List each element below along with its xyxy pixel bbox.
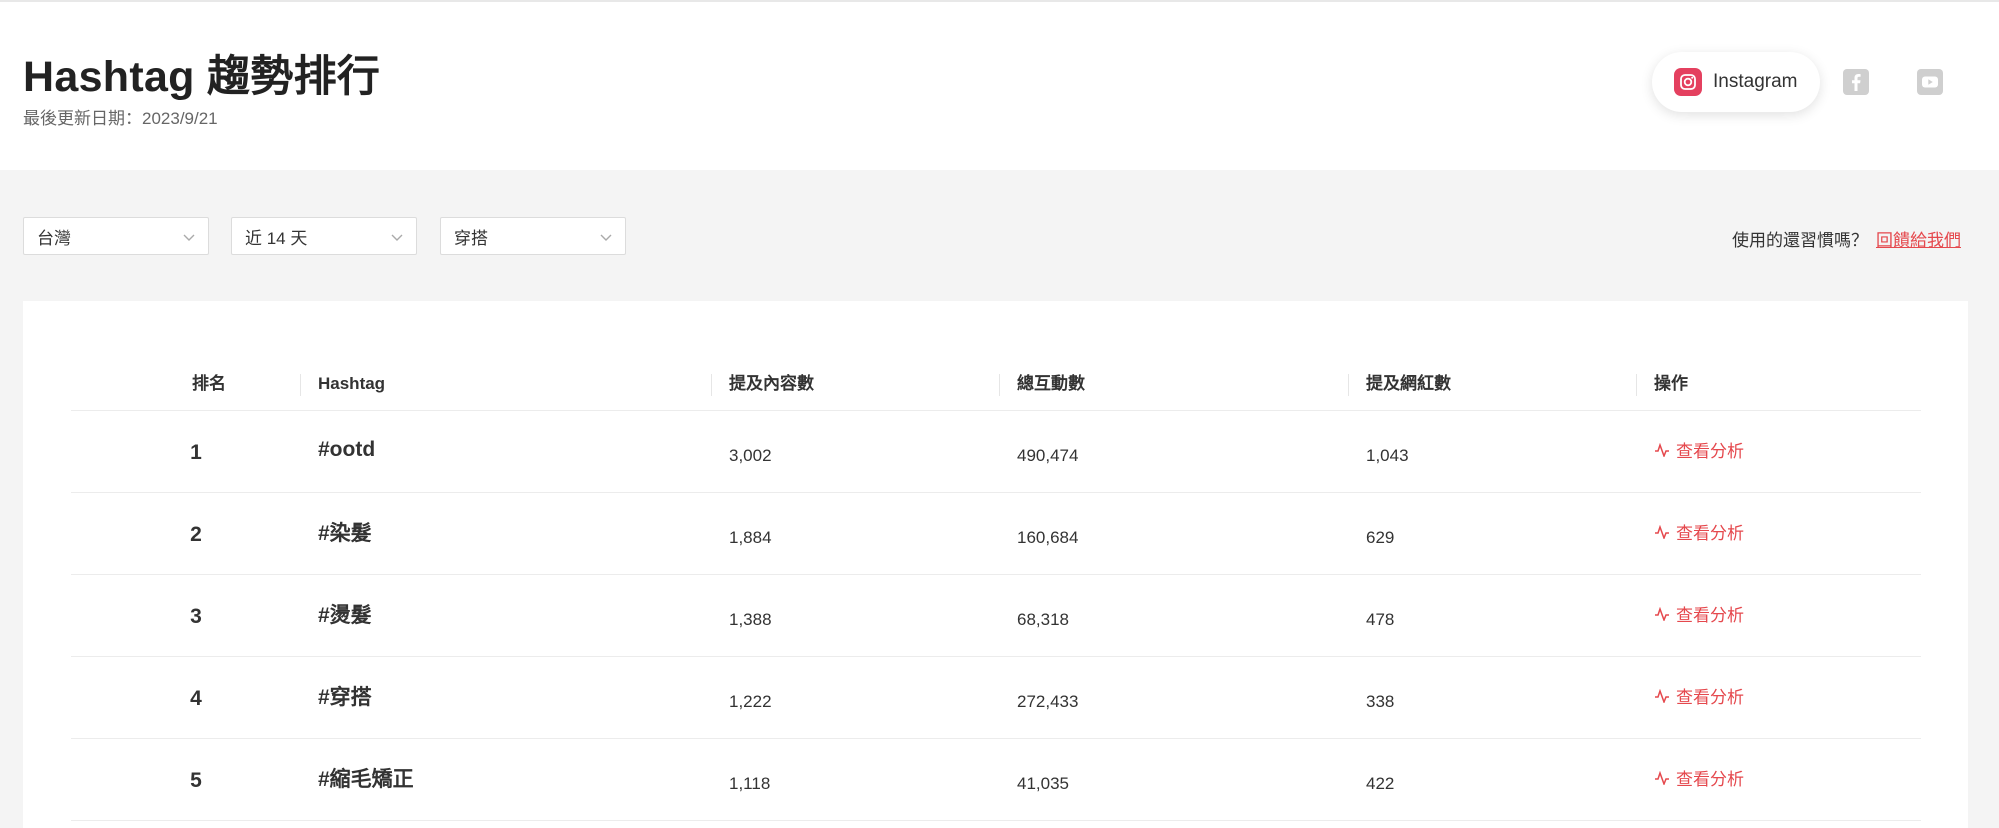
rank-cell: 3 [190,604,202,628]
hashtag-cell: #ootd [318,437,376,461]
view-analysis-label: 查看分析 [1676,524,1744,543]
column-divider [1348,374,1349,396]
platform-tab-instagram[interactable]: Instagram [1652,52,1820,112]
column-divider [999,374,1000,396]
table-row: 2 #染髮 1,884 160,684 629 查看分析 [71,494,1921,575]
posts-cell: 3,002 [729,445,772,465]
region-select[interactable]: 台灣 [23,217,209,255]
feedback-link[interactable]: 回饋給我們 [1876,231,1961,250]
view-analysis-button[interactable]: 查看分析 [1654,412,1744,493]
table-row: 3 #燙髮 1,388 68,318 478 查看分析 [71,576,1921,657]
feedback-question: 使用的還習慣嗎？ [1732,231,1868,250]
influencers-cell: 478 [1366,609,1395,629]
view-analysis-button[interactable]: 查看分析 [1654,494,1744,575]
hashtag-cell: #穿搭 [318,685,372,709]
trend-icon [1655,606,1669,621]
page-title: Hashtag 趨勢排行 [23,53,381,101]
view-analysis-button[interactable]: 查看分析 [1654,658,1744,739]
column-header-action: 操作 [1654,374,1688,393]
view-analysis-label: 查看分析 [1676,688,1744,707]
column-header-engagement: 總互動數 [1017,374,1085,393]
trend-icon [1655,770,1669,785]
view-analysis-label: 查看分析 [1676,606,1744,625]
facebook-icon [1843,69,1869,95]
category-select-value: 穿搭 [454,228,488,248]
engagement-cell: 68,318 [1017,609,1069,629]
influencers-cell: 1,043 [1366,445,1409,465]
column-header-posts: 提及內容數 [729,374,814,393]
page-header: Hashtag 趨勢排行 最後更新日期：2023/9/21 Instagram [0,2,1999,170]
instagram-icon [1674,68,1702,96]
column-divider [711,374,712,396]
hashtag-cell: #染髮 [318,521,372,545]
rank-cell: 4 [190,686,202,710]
region-select-value: 台灣 [37,228,71,248]
column-header-hashtag: Hashtag [318,374,386,393]
engagement-cell: 160,684 [1017,527,1079,547]
view-analysis-button[interactable]: 查看分析 [1654,576,1744,657]
column-header-rank: 排名 [192,374,226,393]
youtube-icon [1917,69,1943,95]
period-select[interactable]: 近 14 天 [231,217,417,255]
instagram-label: Instagram [1713,71,1798,92]
column-divider [1636,374,1637,396]
last-updated-text: 最後更新日期：2023/9/21 [23,109,218,128]
table-row: 1 #ootd 3,002 490,474 1,043 查看分析 [71,412,1921,493]
posts-cell: 1,388 [729,609,772,629]
chevron-down-icon [391,234,403,241]
column-header-influencers: 提及網紅數 [1366,374,1451,393]
posts-cell: 1,118 [729,773,771,793]
column-divider [300,374,301,396]
platform-tab-youtube[interactable] [1917,69,1943,95]
engagement-cell: 490,474 [1017,445,1079,465]
rank-cell: 1 [190,440,202,464]
view-analysis-label: 查看分析 [1676,442,1744,461]
period-select-value: 近 14 天 [245,228,308,248]
ranking-table-panel: 排名 Hashtag 提及內容數 總互動數 提及網紅數 操作 1 #ootd 3… [23,301,1968,828]
posts-cell: 1,884 [729,527,772,547]
trend-icon [1655,442,1669,457]
rank-cell: 2 [190,522,202,546]
hashtag-cell: #縮毛矯正 [318,767,414,791]
influencers-cell: 629 [1366,527,1395,547]
feedback-prompt: 使用的還習慣嗎？ 回饋給我們 [1732,226,1961,251]
chevron-down-icon [183,234,195,241]
table-row: 5 #縮毛矯正 1,118 41,035 422 查看分析 [71,740,1921,821]
engagement-cell: 41,035 [1017,773,1069,793]
trend-icon [1655,688,1669,703]
view-analysis-button[interactable]: 查看分析 [1654,740,1744,821]
posts-cell: 1,222 [729,691,772,711]
chevron-down-icon [600,234,612,241]
trend-icon [1655,524,1669,539]
table-header: 排名 Hashtag 提及內容數 總互動數 提及網紅數 操作 [71,357,1921,411]
influencers-cell: 422 [1366,773,1395,793]
hashtag-cell: #燙髮 [318,603,372,627]
platform-tab-facebook[interactable] [1843,69,1869,95]
influencers-cell: 338 [1366,691,1395,711]
table-row: 4 #穿搭 1,222 272,433 338 查看分析 [71,658,1921,739]
view-analysis-label: 查看分析 [1676,770,1744,789]
rank-cell: 5 [190,768,202,792]
engagement-cell: 272,433 [1017,691,1079,711]
category-select[interactable]: 穿搭 [440,217,626,255]
